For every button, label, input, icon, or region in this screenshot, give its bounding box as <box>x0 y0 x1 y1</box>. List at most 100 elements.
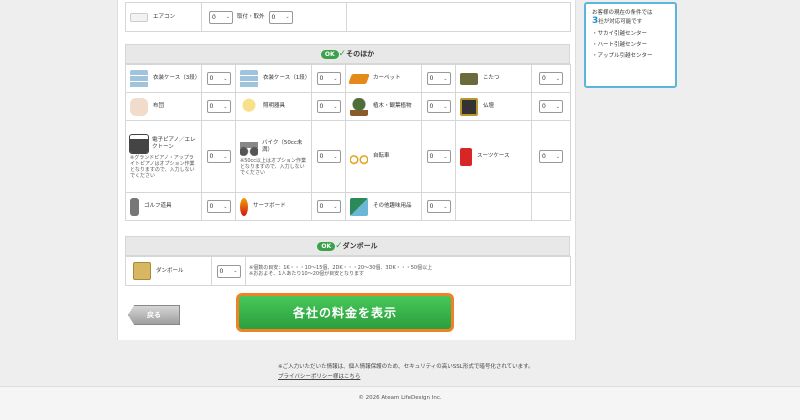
item-label: カーペット <box>373 75 401 81</box>
drawer-icon <box>240 69 258 88</box>
plant-icon <box>350 97 368 116</box>
aircon-install-label: 取付・取外 <box>237 13 265 20</box>
qty-select[interactable]: 0 ⌄ <box>206 100 231 113</box>
ok-badge: OK <box>320 49 339 59</box>
box-label: ダンボール <box>156 267 184 274</box>
available-companies-panel: お客様の現在の条件では 3社が対応可能です ・サカイ引越センター ・ハート引越セ… <box>584 2 677 88</box>
chevron-down-icon: ⌄ <box>225 14 230 20</box>
security-notice: ※ご入力いただいた情報は、個人情報保護のため、セキュリティの高いSSL形式で暗号… <box>0 350 800 386</box>
qty-select[interactable]: 0 ⌄ <box>206 72 231 85</box>
golf-bag-icon <box>130 197 139 216</box>
item-label: 自転車 <box>373 153 390 159</box>
item-label: 電子ピアノ／エレクトーン <box>152 136 196 150</box>
copyright-text: © 2026 Ateam LifeDesign Inc. <box>358 395 442 401</box>
item-note: ※50cc以上はオプション作業となりますので、入力しないでください <box>240 157 307 176</box>
item-label: 衣装ケース（3段） <box>153 75 201 81</box>
aircon-table: エアコン 0 ⌄ 取付・取外 0 ⌄ <box>125 2 571 32</box>
qty-select[interactable]: 0 ⌄ <box>206 150 231 163</box>
back-button[interactable]: 戻る <box>128 305 180 325</box>
aircon-label: エアコン <box>153 13 176 20</box>
qty-select[interactable]: 0 ⌄ <box>539 150 563 163</box>
surfboard-icon <box>240 197 248 216</box>
check-icon: ✓ <box>335 241 343 251</box>
kotatsu-icon <box>460 72 478 85</box>
qty-select[interactable]: 0 ⌄ <box>426 150 451 163</box>
item-label: ゴルフ道具 <box>144 203 172 209</box>
box-table: ダンボール 0 ⌄ ※個数の目安：1K・・・10〜15個、2DK・・・20〜30個… <box>125 256 571 286</box>
chevron-down-icon: ⌄ <box>555 153 560 160</box>
bicycle-icon <box>350 147 368 166</box>
section-title-box: ダンボール <box>342 242 378 250</box>
company-list: ・サカイ引越センター ・ハート引越センター ・アップル引越センター <box>592 29 669 62</box>
box-note-2: ※おおよそ、1人あたり10〜20個が目安となります <box>249 271 364 277</box>
company-item: ・ハート引越センター <box>592 42 648 48</box>
chevron-down-icon: ⌄ <box>333 153 338 160</box>
ssl-notice-text: ※ご入力いただいた情報は、個人情報保護のため、セキュリティの高いSSL形式で暗号… <box>278 364 534 370</box>
chevron-down-icon: ⌄ <box>333 203 338 210</box>
main-panel: エアコン 0 ⌄ 取付・取外 0 ⌄ OK ✓ そのほか 衣装ケース（3段） 0 ⌄ … <box>117 0 576 340</box>
qty-select[interactable]: 0 ⌄ <box>316 150 341 163</box>
motorbike-icon <box>240 137 258 156</box>
item-label: 仏壇 <box>483 103 495 109</box>
suitcase-icon <box>460 147 472 166</box>
sidebar-intro: お客様の現在の条件では <box>592 10 653 16</box>
chevron-down-icon: ⌄ <box>443 203 448 210</box>
chevron-down-icon: ⌄ <box>223 203 228 210</box>
chevron-down-icon: ⌄ <box>443 103 448 110</box>
other-items-table: 衣装ケース（3段） 0 ⌄ 衣装ケース（1段） 0 ⌄ カーペット 0 ⌄ こたつ 0… <box>125 64 571 221</box>
copyright-footer: © 2026 Ateam LifeDesign Inc. <box>0 386 800 420</box>
aircon-install-select[interactable]: 0 ⌄ <box>268 10 293 24</box>
chevron-down-icon: ⌄ <box>555 103 560 110</box>
chevron-down-icon: ⌄ <box>223 103 228 110</box>
item-label: バイク（50cc未満） <box>262 139 303 153</box>
carpet-icon <box>348 73 370 84</box>
qty-select[interactable]: 0 ⌄ <box>316 200 341 213</box>
piano-icon <box>129 133 149 154</box>
cardboard-box-icon <box>133 262 151 280</box>
sidebar-count-suffix: 社が対応可能です <box>598 19 643 25</box>
section-header-other: OK ✓ そのほか <box>125 44 570 64</box>
qty-select[interactable]: 0 ⌄ <box>426 100 451 113</box>
box-qty-select[interactable]: 0 ⌄ <box>216 264 241 278</box>
chevron-down-icon: ⌄ <box>223 153 228 160</box>
chevron-down-icon: ⌄ <box>443 153 448 160</box>
item-label: 衣装ケース（1段） <box>263 75 311 81</box>
qty-select[interactable]: 0 ⌄ <box>539 100 563 113</box>
ok-badge: OK <box>317 241 336 251</box>
privacy-policy-link[interactable]: プライバシーポリシー様はこちら <box>278 372 360 380</box>
chevron-down-icon: ⌄ <box>223 75 228 82</box>
chevron-down-icon: ⌄ <box>333 75 338 82</box>
item-note: ※グランドピアノ・アップライトピアノはオプション作業となりますので、入力しないで… <box>130 154 195 179</box>
drawer-icon <box>130 69 148 88</box>
aircon-icon <box>130 12 148 22</box>
qty-select[interactable]: 0 ⌄ <box>426 72 451 85</box>
qty-select[interactable]: 0 ⌄ <box>316 100 341 113</box>
section-header-box: OK ✓ ダンボール <box>125 236 570 256</box>
qty-select[interactable]: 0 ⌄ <box>206 200 231 213</box>
altar-icon <box>460 97 478 116</box>
chevron-down-icon: ⌄ <box>333 103 338 110</box>
item-label: こたつ <box>483 75 500 81</box>
check-icon: ✓ <box>338 49 347 59</box>
item-label: その他趣味用品 <box>373 203 412 209</box>
chevron-down-icon: ⌄ <box>443 75 448 82</box>
company-item: ・サカイ引越センター <box>592 31 648 37</box>
item-label: サーフボード <box>253 203 286 209</box>
company-item: ・アップル引越センター <box>592 53 653 59</box>
section-title-other: そのほか <box>346 50 375 58</box>
item-label: 布団 <box>153 103 165 109</box>
qty-select[interactable]: 0 ⌄ <box>316 72 341 85</box>
item-label: 植木・観葉植物 <box>373 103 412 109</box>
item-label: 照明器具 <box>263 103 286 109</box>
hobby-goods-icon <box>350 197 368 216</box>
show-prices-button[interactable]: 各社の料金を表示 <box>236 293 454 332</box>
item-label: スーツケース <box>477 153 510 159</box>
chevron-down-icon: ⌄ <box>233 268 238 274</box>
qty-select[interactable]: 0 ⌄ <box>426 200 451 213</box>
chevron-down-icon: ⌄ <box>285 14 290 20</box>
qty-select[interactable]: 0 ⌄ <box>539 72 563 85</box>
futon-icon <box>130 97 148 116</box>
chevron-down-icon: ⌄ <box>555 75 560 82</box>
aircon-qty-select[interactable]: 0 ⌄ <box>209 10 233 24</box>
lamp-icon <box>240 97 258 116</box>
